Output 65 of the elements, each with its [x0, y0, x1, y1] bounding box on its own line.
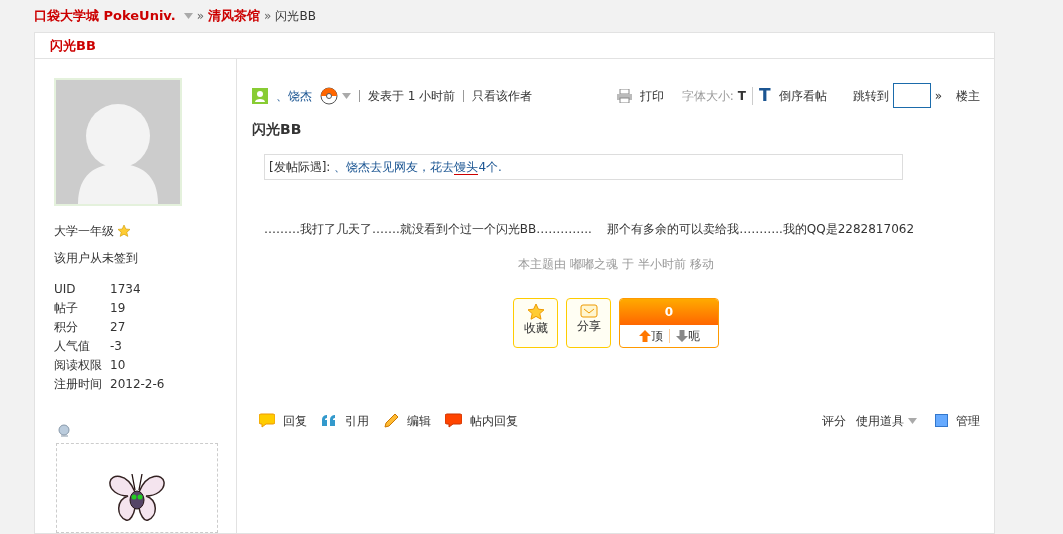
edit-button[interactable]: 编辑	[383, 411, 431, 430]
dropdown-caret-icon	[342, 92, 351, 99]
upvote-button[interactable]: 顶	[632, 326, 669, 345]
breadcrumb-separator: »	[196, 8, 205, 25]
font-size-label: 字体大小:	[681, 87, 734, 105]
floor-label: 楼主	[956, 87, 980, 105]
square-icon	[935, 414, 948, 427]
stat-value: 27	[110, 319, 126, 336]
share-button[interactable]: 分享	[566, 297, 611, 348]
post-title: 闪光BB	[252, 119, 303, 139]
stat-label: 阅读权限	[54, 357, 103, 374]
breadcrumb-separator: »	[264, 8, 272, 25]
print-link[interactable]: 打印	[639, 86, 664, 105]
thread-title: 闪光BB	[50, 36, 96, 55]
rate-link[interactable]: 评分	[822, 411, 846, 430]
stat-value: 2012-2-6	[110, 376, 165, 393]
stat-label: 注册时间	[54, 376, 103, 393]
stat-label: 积分	[54, 319, 79, 336]
only-author-link[interactable]: 只看该作者	[472, 86, 533, 105]
up-arrow-icon	[638, 329, 651, 342]
stat-value: -3	[110, 338, 122, 355]
speech-bubble-icon	[445, 413, 462, 428]
stat-label: 帖子	[54, 300, 79, 317]
dropdown-caret-icon	[183, 13, 193, 19]
user-icon	[252, 87, 268, 104]
stat-value: 10	[110, 357, 126, 374]
encounter-link[interactable]: 、饶杰去见网友，花去馒头4个.	[334, 159, 502, 174]
tools-menu[interactable]: 使用道具	[856, 411, 917, 430]
stat-label: UID	[54, 281, 77, 298]
envelope-icon	[579, 302, 598, 319]
user-rank: 大学一年级	[54, 223, 114, 240]
post-body: ………我打了几天了…….就没看到个过一个闪光BB………….. 那个有多余的可以卖给我………..我的QQ是2282817062	[264, 220, 916, 238]
reverse-order-link[interactable]: 倒序看帖	[778, 86, 827, 105]
ball-icon	[320, 86, 338, 105]
jump-label: 跳转到	[852, 87, 889, 105]
quote-icon	[321, 413, 337, 428]
pencil-icon	[383, 412, 399, 429]
moved-note: 本主题由 嘟嘟之魂 于 半小时前 移动	[517, 255, 715, 273]
sign-status: 该用户从未签到	[54, 250, 139, 267]
jump-field[interactable]	[892, 83, 931, 109]
vote-count: 0	[620, 298, 718, 325]
favorite-button[interactable]: 收藏	[513, 297, 558, 348]
star-icon	[526, 302, 545, 321]
star-icon	[118, 225, 130, 237]
printer-icon	[616, 88, 632, 103]
manage-button[interactable]: 管理	[935, 411, 980, 430]
down-arrow-icon	[675, 329, 688, 342]
dropdown-caret-icon	[908, 417, 917, 424]
inner-reply-button[interactable]: 帖内回复	[445, 411, 518, 430]
quote-button[interactable]: 引用	[321, 411, 369, 430]
large-font-button[interactable]: T	[759, 83, 771, 109]
jump-go-link[interactable]: »	[934, 86, 942, 105]
speech-bubble-icon	[259, 413, 275, 428]
downvote-button[interactable]: 呃	[669, 326, 706, 345]
stat-label: 人气值	[54, 338, 91, 355]
post-time: 发表于 1 小时前	[368, 87, 456, 105]
author-link[interactable]: 、饶杰	[276, 86, 312, 105]
current-page: 闪光BB	[275, 8, 316, 25]
reply-button[interactable]: 回复	[259, 411, 307, 430]
small-font-button[interactable]: T	[737, 86, 747, 105]
encounter-notice: [发帖际遇]: 、饶杰去见网友，花去馒头4个.	[264, 153, 903, 180]
forum-link[interactable]: 清风茶馆	[208, 6, 261, 26]
stat-value: 1734	[110, 281, 141, 298]
site-link[interactable]: 口袋大学城 PokeUniv.	[34, 6, 176, 26]
stat-value: 19	[110, 300, 126, 317]
